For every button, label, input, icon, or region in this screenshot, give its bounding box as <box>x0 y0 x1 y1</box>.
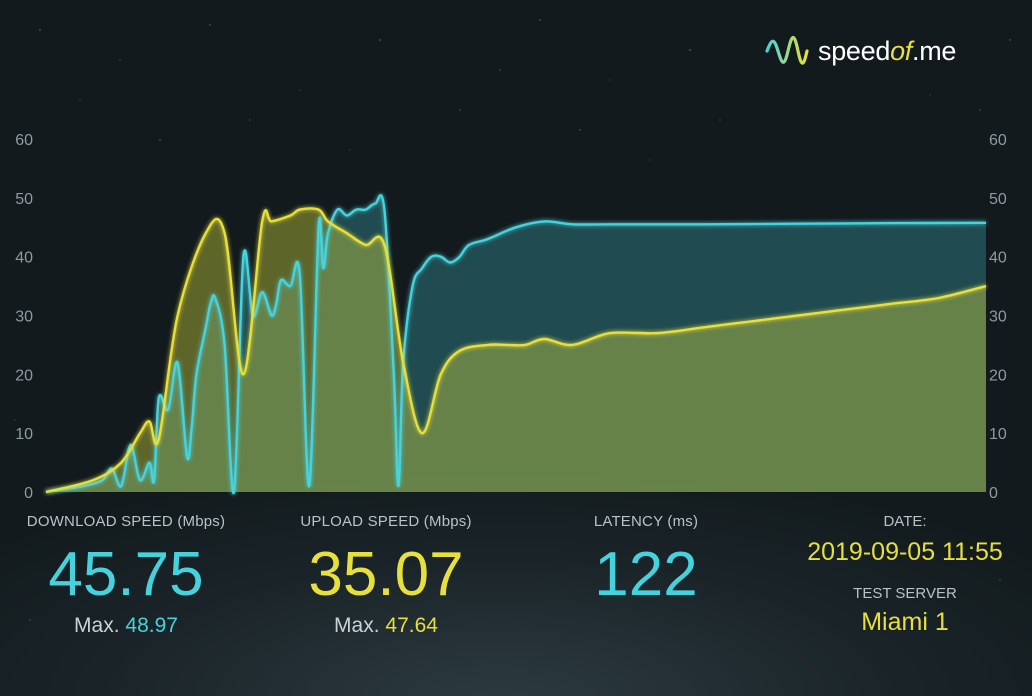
latency-value: 122 <box>594 540 698 609</box>
server-value: Miami 1 <box>861 608 949 636</box>
speed-chart: 0 10 20 30 40 50 60 0 10 20 30 40 50 60 <box>15 132 1007 502</box>
y-tick-label: 50 <box>15 191 33 208</box>
download-max: Max. 48.97 <box>74 614 178 637</box>
y-tick-label: 50 <box>989 191 1007 208</box>
y-tick-label: 40 <box>15 250 33 267</box>
upload-stat: UPLOAD SPEED (Mbps) 35.07 Max. 47.64 <box>275 513 497 638</box>
server-label: TEST SERVER <box>853 585 957 602</box>
download-label: DOWNLOAD SPEED (Mbps) <box>26 513 226 530</box>
y-axis-left: 0 10 20 30 40 50 60 <box>15 132 33 502</box>
y-tick-label: 60 <box>989 132 1007 149</box>
date-value: 2019-09-05 11:55 <box>807 538 1003 566</box>
latency-label: LATENCY (ms) <box>593 513 699 530</box>
y-tick-label: 60 <box>15 132 33 149</box>
y-tick-label: 10 <box>989 426 1007 443</box>
date-stat: DATE: 2019-09-05 11:55 TEST SERVER Miami… <box>790 513 1020 637</box>
download-stat: DOWNLOAD SPEED (Mbps) 45.75 Max. 48.97 <box>15 513 237 638</box>
y-tick-label: 40 <box>989 250 1007 267</box>
y-tick-label: 20 <box>15 367 33 384</box>
y-tick-label: 20 <box>989 367 1007 384</box>
y-tick-label: 10 <box>15 426 33 443</box>
y-axis-right: 0 10 20 30 40 50 60 <box>989 132 1007 502</box>
upload-max: Max. 47.64 <box>334 614 438 637</box>
y-tick-label: 30 <box>15 309 33 326</box>
y-tick-label: 30 <box>989 309 1007 326</box>
series-layer <box>45 194 987 495</box>
latency-stat: LATENCY (ms) 122 <box>536 513 756 606</box>
y-tick-label: 0 <box>989 485 998 502</box>
upload-label: UPLOAD SPEED (Mbps) <box>300 513 472 530</box>
upload-value: 35.07 <box>308 540 464 609</box>
date-label: DATE: <box>883 513 927 530</box>
y-tick-label: 0 <box>24 485 33 502</box>
download-value: 45.75 <box>48 540 204 609</box>
